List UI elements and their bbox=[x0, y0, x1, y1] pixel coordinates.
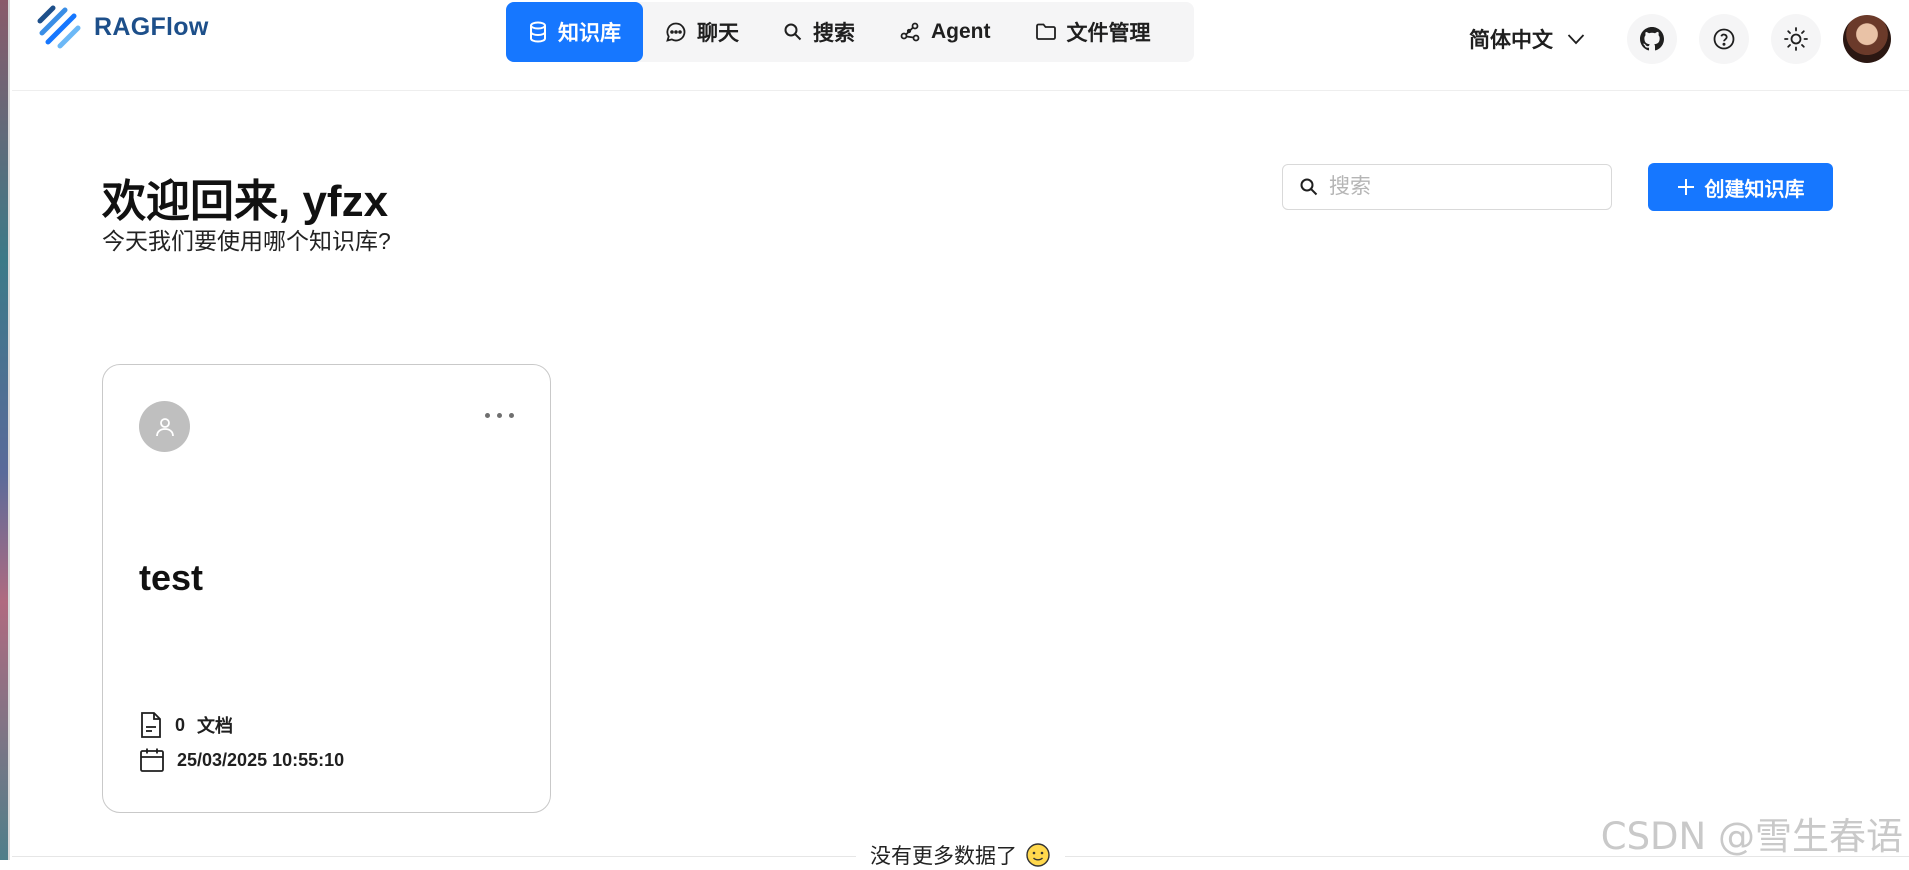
search-icon bbox=[784, 23, 802, 41]
card-created-date: 25/03/2025 10:55:10 bbox=[139, 747, 344, 773]
watermark-text: CSDN @雪生春语 bbox=[1600, 815, 1903, 858]
search-icon bbox=[1300, 178, 1318, 196]
welcome-subtitle: 今天我们要使用哪个知识库? bbox=[102, 228, 391, 254]
app-name: RAGFlow bbox=[94, 12, 209, 41]
calendar-icon bbox=[140, 748, 164, 772]
main-nav: 知识库 聊天 搜索 Agent 文件管理 bbox=[506, 2, 1194, 62]
welcome-title: 欢迎回来, yfzx bbox=[102, 177, 389, 226]
question-circle-icon bbox=[1713, 28, 1735, 50]
card-title: test bbox=[139, 557, 204, 598]
nav-tab-knowledge-base[interactable]: 知识库 bbox=[506, 2, 643, 62]
chevron-down-icon bbox=[1567, 34, 1585, 45]
nav-tab-label: Agent bbox=[931, 20, 991, 43]
graph-nodes-icon bbox=[900, 22, 920, 42]
card-avatar bbox=[139, 401, 190, 452]
language-label: 简体中文 bbox=[1469, 29, 1553, 52]
create-button-label: 创建知识库 bbox=[1704, 178, 1805, 201]
doc-count-label: 文档 bbox=[197, 716, 234, 736]
nav-tab-agent[interactable]: Agent bbox=[877, 2, 1013, 62]
knowledge-search-box bbox=[1282, 164, 1612, 210]
nav-tab-label: 搜索 bbox=[813, 22, 855, 45]
no-more-data-text: 没有更多数据了 bbox=[870, 845, 1017, 868]
smile-emoji-icon bbox=[1026, 843, 1050, 867]
nav-tab-file-management[interactable]: 文件管理 bbox=[1013, 2, 1173, 62]
user-avatar[interactable] bbox=[1843, 15, 1891, 63]
github-icon bbox=[1640, 27, 1664, 51]
ragflow-logo-icon bbox=[37, 5, 81, 49]
user-icon bbox=[155, 417, 174, 436]
top-header: RAGFlow 知识库 聊天 搜索 Agent 文件管理 简体中文 bbox=[12, 0, 1909, 91]
github-button[interactable] bbox=[1627, 14, 1677, 64]
database-icon bbox=[530, 21, 546, 43]
nav-tab-search[interactable]: 搜索 bbox=[761, 2, 877, 62]
nav-tab-label: 文件管理 bbox=[1066, 22, 1151, 45]
doc-count-value: 0 bbox=[175, 714, 186, 735]
card-doc-count: 0 文档 bbox=[139, 711, 233, 739]
header-tools: 简体中文 bbox=[1469, 14, 1891, 64]
nav-tab-chat[interactable]: 聊天 bbox=[643, 2, 761, 62]
sun-icon bbox=[1784, 27, 1808, 51]
nav-tab-label: 聊天 bbox=[697, 22, 739, 45]
created-date-value: 25/03/2025 10:55:10 bbox=[177, 749, 345, 770]
page: RAGFlow 知识库 聊天 搜索 Agent 文件管理 简体中文 欢迎回来, … bbox=[12, 0, 1909, 870]
more-options-icon[interactable] bbox=[485, 413, 514, 418]
desktop-edge-strip bbox=[0, 0, 10, 860]
nav-tab-label: 知识库 bbox=[558, 22, 621, 45]
folder-icon bbox=[1035, 23, 1056, 40]
knowledge-base-card[interactable]: test 0 文档 25/03/2025 10:55:10 bbox=[102, 364, 551, 813]
create-knowledge-base-button[interactable]: 创建知识库 bbox=[1648, 163, 1833, 211]
language-select[interactable]: 简体中文 bbox=[1469, 24, 1585, 54]
document-icon bbox=[141, 712, 161, 738]
chat-bubble-icon bbox=[666, 22, 686, 42]
theme-toggle-button[interactable] bbox=[1771, 14, 1821, 64]
app-logo[interactable]: RAGFlow bbox=[36, 4, 209, 50]
plus-icon bbox=[1677, 179, 1694, 195]
search-input[interactable] bbox=[1327, 174, 1591, 200]
help-button[interactable] bbox=[1699, 14, 1749, 64]
